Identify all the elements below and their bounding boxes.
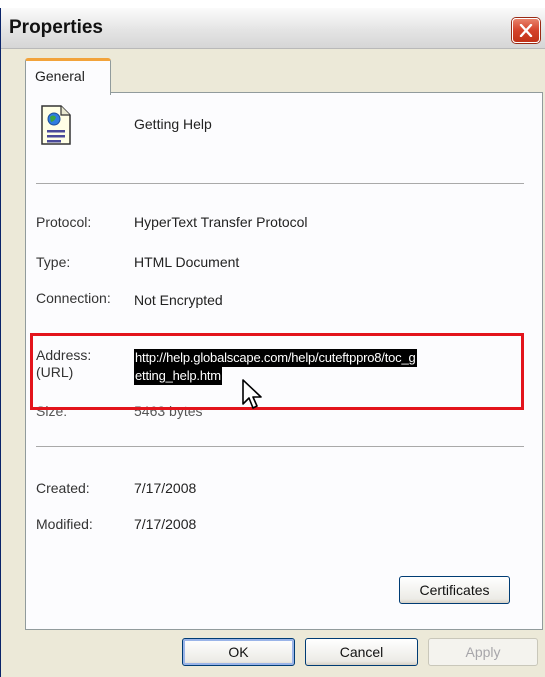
connection-label: Connection:	[36, 290, 111, 306]
item-name: Getting Help	[134, 116, 212, 132]
cancel-button-label: Cancel	[339, 644, 384, 660]
type-label: Type:	[36, 254, 71, 270]
type-value: HTML Document	[134, 254, 240, 270]
title-bar[interactable]: Properties	[1, 8, 545, 49]
protocol-label: Protocol:	[36, 214, 92, 230]
tab-general[interactable]: General	[25, 58, 111, 95]
modified-label: Modified:	[36, 516, 93, 532]
apply-button: Apply	[428, 638, 538, 666]
divider-bottom	[36, 446, 524, 447]
divider-top	[36, 183, 524, 184]
close-icon	[519, 24, 533, 37]
cancel-button[interactable]: Cancel	[305, 638, 418, 666]
certificates-button[interactable]: Certificates	[399, 576, 510, 604]
ok-button-label: OK	[228, 644, 249, 660]
html-document-globe-icon	[41, 105, 71, 145]
mouse-cursor-icon	[242, 379, 262, 409]
created-label: Created:	[36, 480, 90, 496]
ok-button[interactable]: OK	[182, 638, 295, 666]
address-highlight-box	[30, 333, 524, 410]
certificates-button-label: Certificates	[419, 582, 490, 598]
protocol-value: HyperText Transfer Protocol	[134, 214, 308, 230]
dialog-title: Properties	[9, 17, 103, 38]
tab-general-label: General	[35, 68, 85, 84]
modified-value: 7/17/2008	[134, 516, 197, 532]
created-value: 7/17/2008	[134, 480, 197, 496]
close-button[interactable]	[512, 18, 540, 43]
connection-value: Not Encrypted	[134, 292, 223, 308]
apply-button-label: Apply	[465, 644, 501, 660]
